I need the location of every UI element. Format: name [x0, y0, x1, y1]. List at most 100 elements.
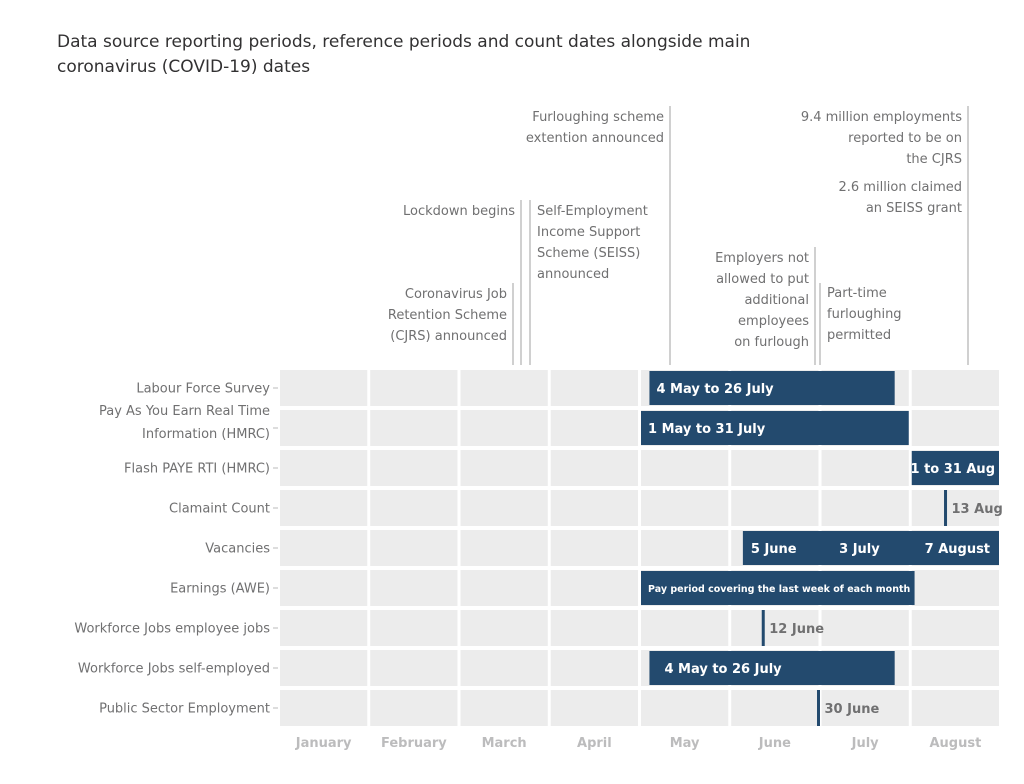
grid-cell — [460, 570, 548, 606]
point-marker — [817, 690, 820, 726]
grid-cell — [280, 690, 368, 726]
grid-cell — [280, 450, 368, 486]
month-label: March — [482, 736, 527, 751]
grid-cell — [641, 450, 729, 486]
month-label: April — [577, 736, 612, 751]
annotation-text: Furloughing scheme — [532, 110, 664, 125]
annotations-layer: Coronavirus Job Retention Scheme (CJRS) an… — [388, 106, 969, 365]
annotation-text: permitted — [827, 328, 891, 343]
grid-cell — [550, 370, 638, 406]
point-marker — [944, 490, 948, 526]
row-label: Workforce Jobs employee jobs — [74, 622, 270, 637]
grid-cell — [821, 610, 909, 646]
bar-sublabel: 3 July — [839, 542, 880, 557]
bar-label: Pay period covering the last week of eac… — [648, 584, 911, 595]
grid-cell — [370, 690, 458, 726]
annotation-text: Income Support — [537, 225, 640, 240]
grid-cell — [911, 410, 999, 446]
grid-cell — [550, 570, 638, 606]
grid-cell — [370, 570, 458, 606]
grid-cell — [460, 450, 548, 486]
bar-label: 1 to 31 Aug — [911, 462, 995, 477]
grid-cell — [460, 490, 548, 526]
month-label: May — [670, 736, 700, 751]
grid-cell — [460, 610, 548, 646]
row-label: Labour Force Survey — [136, 382, 270, 397]
month-label: June — [758, 736, 791, 751]
grid-cell — [370, 450, 458, 486]
grid-cell — [460, 530, 548, 566]
annotation-text: Part-time — [827, 286, 887, 301]
point-label: 13 Aug — [952, 502, 1003, 517]
annotation-text: 9.4 million employments — [801, 110, 962, 125]
timeline-chart: Coronavirus Job Retention Scheme (CJRS) an… — [74, 106, 1003, 751]
row-labels: Labour Force Survey Pay As You Earn Real … — [74, 382, 278, 717]
month-axis: January February March April May June July Augu… — [295, 736, 982, 751]
grid-cell — [460, 370, 548, 406]
grid-cell — [821, 450, 909, 486]
grid-cell — [641, 490, 729, 526]
point-label: 12 June — [769, 622, 824, 637]
grid-cell — [460, 650, 548, 686]
row-label: Flash PAYE RTI (HMRC) — [124, 462, 270, 477]
grid-cell — [280, 650, 368, 686]
grid-cell — [550, 410, 638, 446]
grid-cell — [370, 650, 458, 686]
grid-cell — [641, 610, 729, 646]
grid-cell — [550, 610, 638, 646]
grid-cell — [911, 370, 999, 406]
annotation-text: furloughing — [827, 307, 902, 322]
grid-cell — [280, 530, 368, 566]
annotation-text: Scheme (SEISS) — [537, 246, 640, 261]
annotation-text: announced — [537, 267, 609, 282]
grid-cell — [370, 410, 458, 446]
row-label: Public Sector Employment — [99, 702, 270, 717]
point-marker — [761, 610, 765, 646]
row-label: Clamaint Count — [169, 502, 270, 517]
annotation-text: Coronavirus Job — [405, 287, 507, 302]
grid-cell — [911, 570, 999, 606]
grid-cell — [550, 690, 638, 726]
grid-cell — [641, 690, 729, 726]
bar-label: 4 May to 26 July — [656, 382, 774, 397]
annotation-text: (CJRS) announced — [390, 329, 507, 344]
annotation-text: an SEISS grant — [866, 201, 962, 216]
grid-cell — [550, 450, 638, 486]
annotation-text: employees — [738, 314, 809, 329]
annotation-text: the CJRS — [906, 152, 962, 167]
grid-cell — [911, 690, 999, 726]
grid-cell — [821, 490, 909, 526]
annotation-text: allowed to put — [716, 272, 809, 287]
annotation-text: Employers not — [715, 251, 809, 266]
grid-cell — [370, 370, 458, 406]
grid-cell — [280, 370, 368, 406]
grid-cell — [280, 490, 368, 526]
grid-cell — [731, 450, 819, 486]
row-label: Earnings (AWE) — [170, 582, 270, 597]
row-label: Vacancies — [205, 542, 270, 557]
grid-cell — [370, 490, 458, 526]
grid-cell — [911, 650, 999, 686]
annotation-text: 2.6 million claimed — [839, 180, 963, 195]
bar-label: 4 May to 26 July — [664, 662, 782, 677]
grid-cell — [460, 410, 548, 446]
month-label: February — [381, 736, 447, 751]
point-label: 30 June — [825, 702, 880, 717]
grid-cell — [280, 610, 368, 646]
grid-cell — [460, 690, 548, 726]
grid-cell — [280, 410, 368, 446]
month-label: August — [929, 736, 981, 751]
bar-label: 1 May to 31 July — [648, 422, 766, 437]
month-label: July — [851, 736, 880, 751]
grid-cell — [370, 530, 458, 566]
annotation-text: extention announced — [526, 131, 664, 146]
row-label: Pay As You Earn Real Time — [99, 404, 270, 419]
grid-cell — [731, 690, 819, 726]
grid-cell — [550, 530, 638, 566]
month-label: January — [295, 736, 352, 751]
row-label: Workforce Jobs self-employed — [78, 662, 270, 677]
grid-cell — [280, 570, 368, 606]
annotation-text: additional — [744, 293, 809, 308]
grid-cell — [550, 490, 638, 526]
grid-cell — [370, 610, 458, 646]
